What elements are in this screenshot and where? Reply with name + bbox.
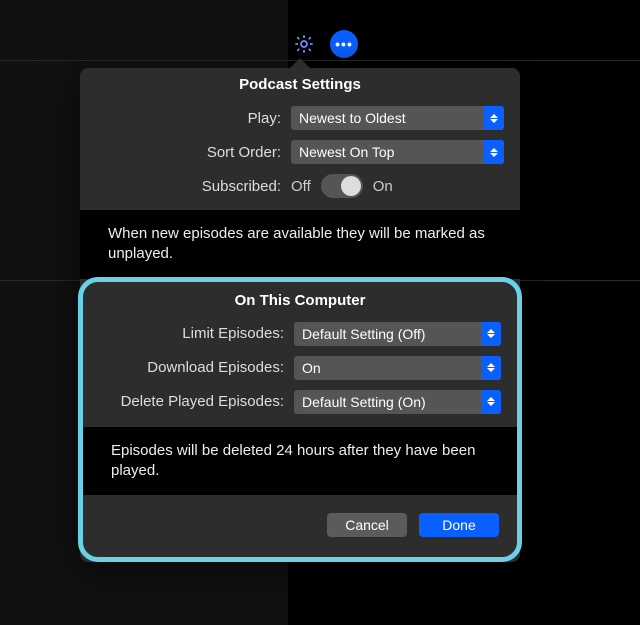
divider [0, 60, 640, 61]
cancel-label: Cancel [345, 517, 389, 533]
note-delete: Episodes will be deleted 24 hours after … [83, 427, 517, 496]
delete-value: Default Setting (On) [302, 394, 426, 410]
download-label: Download Episodes: [99, 359, 284, 376]
sort-select[interactable]: Newest On Top [291, 140, 504, 164]
subscribed-on-text: On [373, 178, 393, 195]
chevron-updown-icon [484, 106, 504, 130]
gear-icon[interactable] [290, 30, 318, 58]
note-unplayed: When new episodes are available they wil… [80, 210, 520, 279]
chevron-updown-icon [481, 356, 501, 380]
chevron-updown-icon [484, 140, 504, 164]
chevron-updown-icon [481, 390, 501, 414]
limit-label: Limit Episodes: [99, 325, 284, 342]
sort-row: Sort Order: Newest On Top [80, 135, 520, 169]
podcast-settings-popover: Podcast Settings Play: Newest to Oldest … [80, 68, 520, 562]
button-row: Cancel Done [83, 495, 517, 555]
chevron-updown-icon [481, 322, 501, 346]
ellipsis-icon: ••• [335, 37, 353, 51]
toolbar: ••• [290, 30, 358, 58]
play-value: Newest to Oldest [299, 110, 406, 126]
subscribed-row: Subscribed: Off On [80, 169, 520, 210]
sort-label: Sort Order: [96, 144, 281, 161]
download-row: Download Episodes: On [83, 351, 517, 385]
done-label: Done [442, 517, 475, 533]
done-button[interactable]: Done [419, 513, 499, 537]
section-title: On This Computer [83, 282, 517, 317]
sort-value: Newest On Top [299, 144, 394, 160]
play-row: Play: Newest to Oldest [80, 101, 520, 135]
delete-row: Delete Played Episodes: Default Setting … [83, 385, 517, 419]
on-this-computer-section: On This Computer Limit Episodes: Default… [78, 277, 522, 563]
cancel-button[interactable]: Cancel [327, 513, 407, 537]
more-icon[interactable]: ••• [330, 30, 358, 58]
download-value: On [302, 360, 321, 376]
toggle-knob [341, 176, 361, 196]
play-label: Play: [96, 110, 281, 127]
download-select[interactable]: On [294, 356, 501, 380]
subscribed-off-text: Off [291, 178, 311, 195]
subscribed-label: Subscribed: [96, 178, 281, 195]
delete-select[interactable]: Default Setting (On) [294, 390, 501, 414]
subscribed-toggle[interactable] [321, 174, 363, 198]
limit-value: Default Setting (Off) [302, 326, 425, 342]
popover-title: Podcast Settings [80, 68, 520, 101]
delete-label: Delete Played Episodes: [99, 393, 284, 410]
limit-select[interactable]: Default Setting (Off) [294, 322, 501, 346]
play-select[interactable]: Newest to Oldest [291, 106, 504, 130]
limit-row: Limit Episodes: Default Setting (Off) [83, 317, 517, 351]
